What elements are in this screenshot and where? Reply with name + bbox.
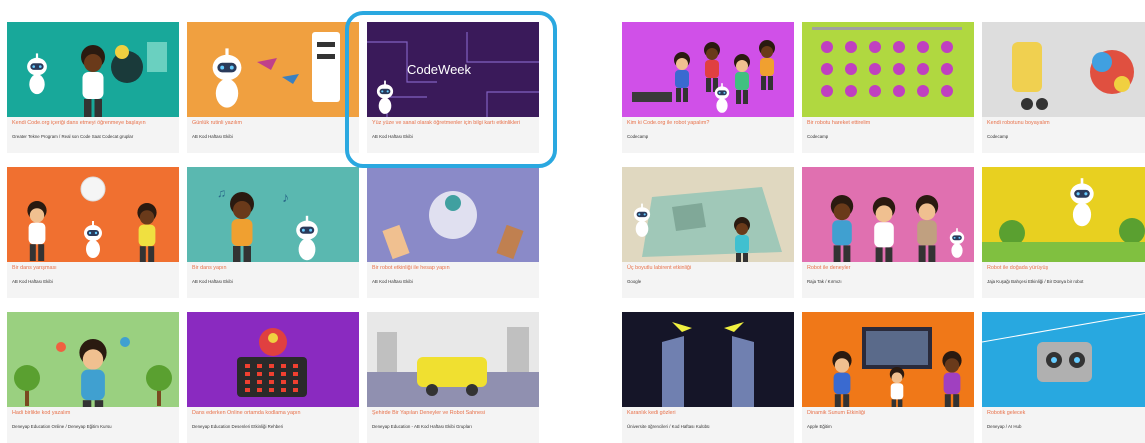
left-card-7[interactable]: Hadi birlikte kod yazalım Deneyap Educati…	[7, 312, 179, 443]
card-author: AB Kod Haftası Ekibi	[192, 279, 233, 284]
card-title-link[interactable]: Üç boyutlu labirent etkinliği	[622, 262, 794, 278]
left-card-2[interactable]: Günlük rutinli yazılım AB Kod Haftası Eki…	[187, 22, 359, 153]
card-title-link[interactable]: Kendi Code.org içeriği dans etmeyi öğren…	[7, 117, 179, 133]
card-thumbnail-image[interactable]: ♪ ♫	[187, 167, 359, 262]
card-title-link[interactable]: Şehirde Bir Yapılan Deneyler ve Robot Sa…	[367, 407, 539, 423]
card-thumbnail-image[interactable]	[982, 312, 1145, 407]
card-title-link[interactable]: Dinamik Sunum Etkinliği	[802, 407, 974, 423]
right-card-3[interactable]: Kendi robotunu boyayalım Codecamp	[982, 22, 1145, 153]
right-card-9[interactable]: Robotik gelecek Deneyap / AI Hub	[982, 312, 1145, 443]
card-title-link[interactable]: Bir dans yapın	[187, 262, 359, 278]
card-title-link[interactable]: Yüz yüze ve sanal olarak öğretmenler içi…	[367, 117, 539, 133]
left-card-5[interactable]: ♪ ♫ Bir dans yapın AB Kod Haftası Ekibi	[187, 167, 359, 298]
right-card-5[interactable]: Robot ile deneyler Raja Tak / Kırmızı	[802, 167, 974, 298]
svg-text:♪: ♪	[282, 189, 289, 205]
card-thumbnail-image[interactable]	[367, 312, 539, 407]
right-card-1[interactable]: Kim ki Code.org ile robot yapalım? Codeca…	[622, 22, 794, 153]
card-thumbnail-image[interactable]	[622, 167, 794, 262]
left-card-8[interactable]: Dans ederken Online ortamda kodlama yapı…	[187, 312, 359, 443]
left-card-grid: Kendi Code.org içeriği dans etmeyi öğren…	[7, 22, 539, 443]
card-thumbnail-image[interactable]	[187, 22, 359, 117]
card-author: Deneyap Education Desenleri Etkinliği Re…	[192, 424, 284, 429]
card-author: Jaja Kuşağı Bahçesi Etkinliği / Bir Düny…	[987, 279, 1084, 284]
card-author: Codecamp	[987, 134, 1009, 139]
card-title-link[interactable]: Robot ile deneyler	[802, 262, 974, 278]
left-card-4[interactable]: Bir dans yarışması AB Kod Haftası Ekibi	[7, 167, 179, 298]
left-card-6[interactable]: Bir robot etkinliği ile hesap yapın AB Ko…	[367, 167, 539, 298]
right-card-6[interactable]: Robot ile doğada yürüyüş Jaja Kuşağı Bahç…	[982, 167, 1145, 298]
card-author: Apple Eğitim	[807, 424, 832, 429]
card-thumbnail-image[interactable]	[802, 312, 974, 407]
card-title-link[interactable]: Bir robot etkinliği ile hesap yapın	[367, 262, 539, 278]
left-card-3[interactable]: CodeWeek Yüz yüze ve sanal olarak öğretm…	[367, 22, 539, 153]
card-thumbnail-image[interactable]: CodeWeek	[367, 22, 539, 117]
card-title-link[interactable]: Robotik gelecek	[982, 407, 1145, 423]
card-author: AB Kod Haftası Ekibi	[192, 134, 233, 139]
card-thumbnail-image[interactable]	[982, 22, 1145, 117]
svg-text:♫: ♫	[217, 186, 226, 200]
card-thumbnail-image[interactable]	[622, 22, 794, 117]
card-title-link[interactable]: Günlük rutinli yazılım	[187, 117, 359, 133]
card-author: AB Kod Haftası Ekibi	[372, 134, 413, 139]
card-title-link[interactable]: Dans ederken Online ortamda kodlama yapı…	[187, 407, 359, 423]
right-card-2[interactable]: Bir robotu hareket ettirelim Codecamp	[802, 22, 974, 153]
right-card-8[interactable]: Dinamik Sunum Etkinliği Apple Eğitim	[802, 312, 974, 443]
card-author: Codecamp	[627, 134, 649, 139]
right-card-grid: Kim ki Code.org ile robot yapalım? Codeca…	[622, 22, 1145, 443]
card-author: Deneyap / AI Hub	[987, 424, 1022, 429]
card-thumbnail-image[interactable]	[622, 312, 794, 407]
card-thumbnail-image[interactable]	[367, 167, 539, 262]
card-author: Deneyap Education - AB Kod Haftası Ekibi…	[372, 424, 472, 429]
card-thumbnail-image[interactable]	[7, 22, 179, 117]
card-title-link[interactable]: Kendi robotunu boyayalım	[982, 117, 1145, 133]
card-author: Greater Tekne Program / Real son Code Sa…	[12, 134, 134, 139]
card-title-link[interactable]: Robot ile doğada yürüyüş	[982, 262, 1145, 278]
card-author: AB Kod Haftası Ekibi	[12, 279, 53, 284]
card-title-link[interactable]: Hadi birlikte kod yazalım	[7, 407, 179, 423]
card-author: Codecamp	[807, 134, 829, 139]
card-thumbnail-image[interactable]	[187, 312, 359, 407]
card-author: Google	[627, 279, 642, 284]
left-card-1[interactable]: Kendi Code.org içeriği dans etmeyi öğren…	[7, 22, 179, 153]
card-title-link[interactable]: Kim ki Code.org ile robot yapalım?	[622, 117, 794, 133]
card-thumbnail-image[interactable]	[7, 312, 179, 407]
card-author: Raja Tak / Kırmızı	[807, 279, 842, 284]
card-author: Deneyap Education Online / Deneyap Eğiti…	[12, 424, 112, 429]
codeweek-logo-text: CodeWeek	[407, 62, 472, 77]
right-card-4[interactable]: Üç boyutlu labirent etkinliği Google	[622, 167, 794, 298]
right-card-7[interactable]: Karanlık kedi gözleri Üniversite öğrencil…	[622, 312, 794, 443]
card-thumbnail-image[interactable]	[982, 167, 1145, 262]
card-thumbnail-image[interactable]	[802, 22, 974, 117]
card-title-link[interactable]: Karanlık kedi gözleri	[622, 407, 794, 423]
left-card-9[interactable]: Şehirde Bir Yapılan Deneyler ve Robot Sa…	[367, 312, 539, 443]
card-author: AB Kod Haftası Ekibi	[372, 279, 413, 284]
card-title-link[interactable]: Bir dans yarışması	[7, 262, 179, 278]
card-title-link[interactable]: Bir robotu hareket ettirelim	[802, 117, 974, 133]
card-thumbnail-image[interactable]	[7, 167, 179, 262]
card-thumbnail-image[interactable]	[802, 167, 974, 262]
card-author: Üniversite öğrencileri / Kod Haftası Kul…	[627, 424, 710, 429]
